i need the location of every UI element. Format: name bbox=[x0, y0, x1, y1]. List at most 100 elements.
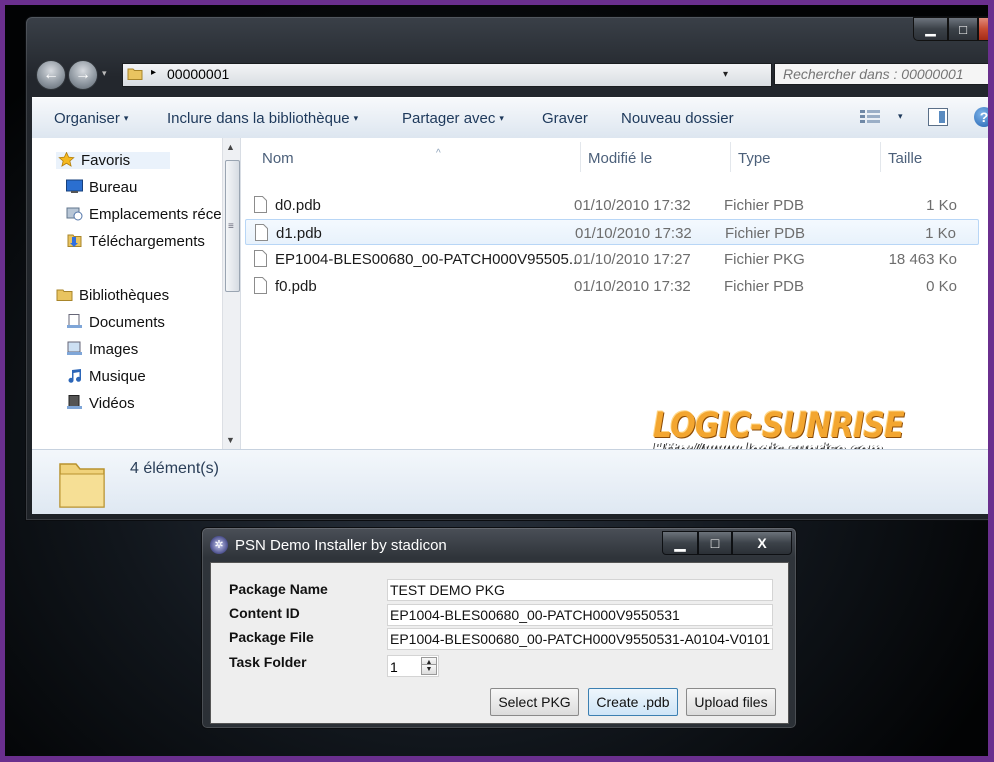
file-row[interactable]: EP1004-BLES00680_00-PATCH000V95505... 01… bbox=[245, 246, 979, 272]
content-id-field[interactable] bbox=[387, 604, 773, 626]
column-divider[interactable] bbox=[730, 142, 731, 172]
app-icon-glyph: ✲ bbox=[214, 539, 224, 551]
grip-icon: ≡ bbox=[228, 221, 234, 232]
search-input[interactable] bbox=[774, 63, 988, 85]
music-icon bbox=[68, 369, 82, 383]
address-bar[interactable]: ▸ 00000001 ▾ ⇆ bbox=[122, 63, 857, 87]
include-library-menu[interactable]: Inclure dans la bibliothèque ▾ bbox=[167, 110, 358, 127]
breadcrumb-separator-icon[interactable]: ▸ bbox=[151, 67, 156, 78]
content-id-label: Content ID bbox=[229, 605, 300, 621]
new-folder-button[interactable]: Nouveau dossier bbox=[621, 110, 734, 127]
upload-files-button[interactable]: Upload files bbox=[686, 688, 776, 716]
file-type: Fichier PDB bbox=[724, 197, 805, 214]
scroll-down-icon[interactable]: ▼ bbox=[226, 435, 235, 445]
nav-item-music[interactable]: Musique bbox=[66, 368, 146, 385]
scrollbar-thumb[interactable]: ≡ bbox=[225, 160, 240, 292]
nav-item-documents[interactable]: Documents bbox=[66, 314, 165, 331]
file-modified: 01/10/2010 17:32 bbox=[575, 225, 692, 242]
preview-pane-icon[interactable] bbox=[928, 108, 948, 126]
column-label: Taille bbox=[888, 150, 923, 167]
nav-item-downloads[interactable]: Téléchargements bbox=[66, 233, 205, 250]
recent-pages-button[interactable]: ▾ bbox=[102, 68, 107, 79]
file-type: Fichier PDB bbox=[725, 225, 806, 242]
close-icon: X bbox=[757, 535, 767, 551]
file-row[interactable]: d0.pdb 01/10/2010 17:32 Fichier PDB 1 Ko bbox=[245, 192, 979, 218]
nav-item-recent-places[interactable]: Emplacements récents bbox=[66, 206, 241, 223]
nav-item-desktop[interactable]: Bureau bbox=[66, 179, 137, 196]
column-header-name[interactable]: Nom ^ bbox=[262, 148, 441, 167]
task-folder-value[interactable]: 1 bbox=[390, 659, 398, 675]
nav-label: Musique bbox=[89, 368, 146, 385]
nav-label: Vidéos bbox=[89, 395, 135, 412]
package-file-label: Package File bbox=[229, 629, 314, 645]
select-pkg-button[interactable]: Select PKG bbox=[490, 688, 579, 716]
file-row[interactable]: f0.pdb 01/10/2010 17:32 Fichier PDB 0 Ko bbox=[245, 273, 979, 299]
maximize-icon: □ bbox=[959, 21, 967, 37]
minimize-icon: ▁ bbox=[925, 21, 936, 36]
scroll-up-icon[interactable]: ▲ bbox=[226, 142, 235, 152]
file-size: 0 Ko bbox=[926, 278, 957, 295]
desktop-icon bbox=[66, 179, 83, 193]
maximize-button[interactable]: □ bbox=[698, 531, 732, 555]
create-pdb-button[interactable]: Create .pdb bbox=[588, 688, 678, 716]
file-size: 1 Ko bbox=[925, 225, 956, 242]
folder-icon bbox=[59, 463, 105, 508]
nav-item-favorites[interactable]: Favoris bbox=[56, 152, 171, 169]
organise-menu[interactable]: Organiser ▾ bbox=[54, 110, 128, 127]
decrement-icon[interactable]: ▼ bbox=[421, 664, 437, 675]
package-name-field[interactable] bbox=[387, 579, 773, 601]
column-divider[interactable] bbox=[580, 142, 581, 172]
include-library-label: Inclure dans la bibliothèque bbox=[167, 110, 350, 127]
task-folder-label: Task Folder bbox=[229, 654, 307, 670]
dialog-body: Package Name Content ID Package File Tas… bbox=[210, 562, 789, 724]
column-divider[interactable] bbox=[880, 142, 881, 172]
maximize-button[interactable]: □ bbox=[948, 17, 978, 41]
view-options-icon[interactable] bbox=[860, 110, 880, 124]
arrow-right-icon: → bbox=[75, 66, 91, 83]
close-button[interactable]: X bbox=[732, 531, 792, 555]
breadcrumb[interactable]: 00000001 bbox=[167, 66, 229, 82]
file-name: f0.pdb bbox=[275, 278, 317, 295]
file-icon bbox=[255, 224, 268, 241]
task-folder-stepper[interactable]: 1 ▲ ▼ bbox=[387, 655, 439, 677]
help-icon[interactable]: ? bbox=[974, 107, 988, 127]
column-label: Modifié le bbox=[588, 150, 653, 167]
nav-label: Emplacements récents bbox=[89, 206, 241, 223]
view-dropdown-icon[interactable]: ▾ bbox=[898, 111, 903, 122]
file-icon bbox=[254, 277, 267, 294]
file-row-selected[interactable]: d1.pdb 01/10/2010 17:32 Fichier PDB 1 Ko bbox=[245, 219, 979, 245]
file-name: EP1004-BLES00680_00-PATCH000V95505... bbox=[275, 251, 582, 268]
command-bar: Organiser ▾ Inclure dans la bibliothèque ▾… bbox=[32, 97, 988, 139]
column-header-size[interactable]: Taille bbox=[888, 150, 922, 167]
sort-ascending-icon: ^ bbox=[436, 148, 441, 159]
column-header-type[interactable]: Type bbox=[738, 150, 771, 167]
file-name: d0.pdb bbox=[275, 197, 321, 214]
minimize-icon: ▁ bbox=[674, 534, 686, 551]
nav-label: Bureau bbox=[89, 179, 138, 196]
forward-button[interactable]: → bbox=[68, 60, 98, 90]
column-header-modified[interactable]: Modifié le bbox=[588, 150, 652, 167]
file-name: d1.pdb bbox=[276, 225, 322, 242]
nav-item-videos[interactable]: Vidéos bbox=[66, 395, 135, 412]
chevron-down-icon: ▾ bbox=[499, 113, 504, 123]
share-with-menu[interactable]: Partager avec ▾ bbox=[402, 110, 504, 127]
back-button[interactable]: ← bbox=[36, 60, 66, 90]
file-size: 1 Ko bbox=[926, 197, 957, 214]
organise-label: Organiser bbox=[54, 110, 120, 127]
navigation-row: ← → ▾ ▸ 00000001 ▾ ⇆ bbox=[36, 57, 988, 91]
address-dropdown-icon[interactable]: ▾ bbox=[723, 69, 728, 80]
desktop: ▁ □ ✕ ← → ▾ ▸ 00000001 ▾ ⇆ Organiser▾ In… bbox=[5, 5, 988, 756]
nav-item-libraries[interactable]: Bibliothèques bbox=[56, 287, 169, 304]
file-list: Nom ^ Modifié le Type Taille d0.pdb 01/10… bbox=[241, 138, 988, 449]
package-file-field[interactable] bbox=[387, 628, 773, 650]
nav-item-pictures[interactable]: Images bbox=[66, 341, 138, 358]
file-size: 18 463 Ko bbox=[888, 251, 957, 268]
nav-label: Images bbox=[89, 341, 139, 358]
minimize-button[interactable]: ▁ bbox=[913, 17, 948, 41]
navigation-scrollbar[interactable]: ▲ ≡ ▼ bbox=[222, 138, 240, 449]
details-pane: 4 élément(s) bbox=[32, 449, 988, 514]
chevron-down-icon: ▾ bbox=[123, 113, 129, 123]
minimize-button[interactable]: ▁ bbox=[662, 531, 698, 555]
close-button[interactable]: ✕ bbox=[978, 17, 988, 41]
burn-button[interactable]: Graver bbox=[542, 110, 588, 127]
